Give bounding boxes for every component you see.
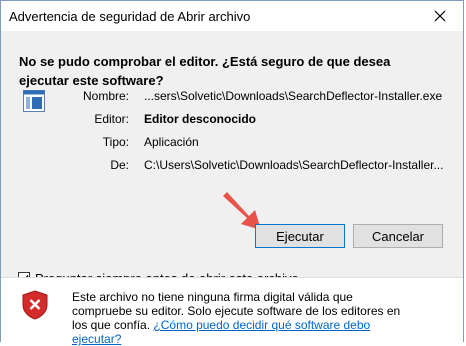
detail-value: Editor desconocido xyxy=(144,112,257,126)
detail-label: Tipo: xyxy=(102,135,129,149)
title-bar: Advertencia de seguridad de Abrir archiv… xyxy=(1,1,463,31)
detail-label: De: xyxy=(110,158,129,172)
footer-warning: Este archivo no tiene ninguna firma digi… xyxy=(1,278,463,346)
dialog-content: No se pudo comprobar el editor. ¿Está se… xyxy=(1,31,463,286)
detail-label: Nombre: xyxy=(82,89,129,103)
security-warning-dialog: Advertencia de seguridad de Abrir archiv… xyxy=(0,0,464,346)
close-button[interactable] xyxy=(417,1,463,31)
security-shield-icon xyxy=(22,290,48,320)
close-icon xyxy=(434,10,446,22)
detail-label: Editor: xyxy=(94,112,129,126)
cancel-button[interactable]: Cancelar xyxy=(353,224,443,248)
detail-value: C:\Users\Solvetic\Downloads\SearchDeflec… xyxy=(144,158,444,172)
detail-value: ...sers\Solvetic\Downloads\SearchDeflect… xyxy=(144,89,443,103)
detail-value: Aplicación xyxy=(144,135,199,149)
window-title: Advertencia de seguridad de Abrir archiv… xyxy=(9,9,251,24)
application-icon xyxy=(23,90,45,112)
run-button[interactable]: Ejecutar xyxy=(255,224,345,248)
warning-question: No se pudo comprobar el editor. ¿Está se… xyxy=(19,54,391,88)
footer-message: Este archivo no tiene ninguna firma digi… xyxy=(72,290,416,346)
